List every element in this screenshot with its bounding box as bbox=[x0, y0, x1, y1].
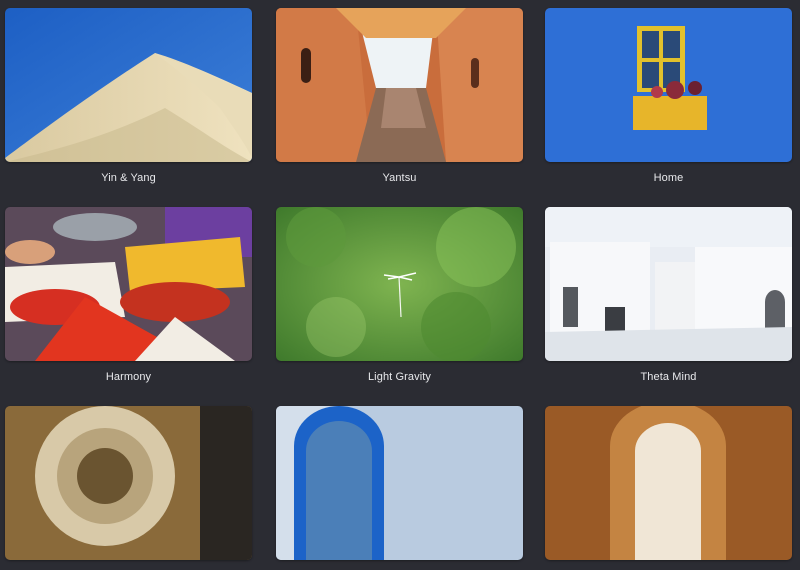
item-title: Home bbox=[653, 172, 684, 184]
item-title: Light Gravity bbox=[367, 371, 432, 383]
item-title: Harmony bbox=[105, 371, 152, 383]
thumbnail-image[interactable] bbox=[5, 8, 252, 162]
thumbnail-image[interactable] bbox=[5, 207, 252, 361]
thumbnail-image[interactable] bbox=[276, 207, 523, 361]
gallery-item-8[interactable] bbox=[276, 406, 523, 570]
thumbnail-image[interactable] bbox=[545, 8, 792, 162]
thumbnail-image[interactable] bbox=[5, 406, 252, 560]
gallery-item-home[interactable]: Home bbox=[545, 8, 792, 184]
gallery-item-theta-mind[interactable]: Theta Mind bbox=[545, 207, 792, 383]
gallery-item-light-gravity[interactable]: Light Gravity bbox=[276, 207, 523, 383]
gallery-item-9[interactable] bbox=[545, 406, 792, 570]
gallery-item-yantsu[interactable]: Yantsu bbox=[276, 8, 523, 184]
thumbnail-image[interactable] bbox=[545, 207, 792, 361]
gallery-item-harmony[interactable]: Harmony bbox=[5, 207, 252, 383]
thumbnail-image[interactable] bbox=[276, 8, 523, 162]
item-title: Yin & Yang bbox=[101, 172, 156, 184]
thumbnail-image[interactable] bbox=[545, 406, 792, 560]
item-title: Theta Mind bbox=[640, 371, 697, 383]
thumbnail-image[interactable] bbox=[276, 406, 523, 560]
gallery-item-7[interactable] bbox=[5, 406, 252, 570]
item-title: Yantsu bbox=[382, 172, 417, 184]
gallery-item-yin-yang[interactable]: Yin & Yang bbox=[5, 8, 252, 184]
wallpaper-gallery: Yin & Yang Yantsu Home Harmony Light Gra… bbox=[0, 0, 800, 560]
